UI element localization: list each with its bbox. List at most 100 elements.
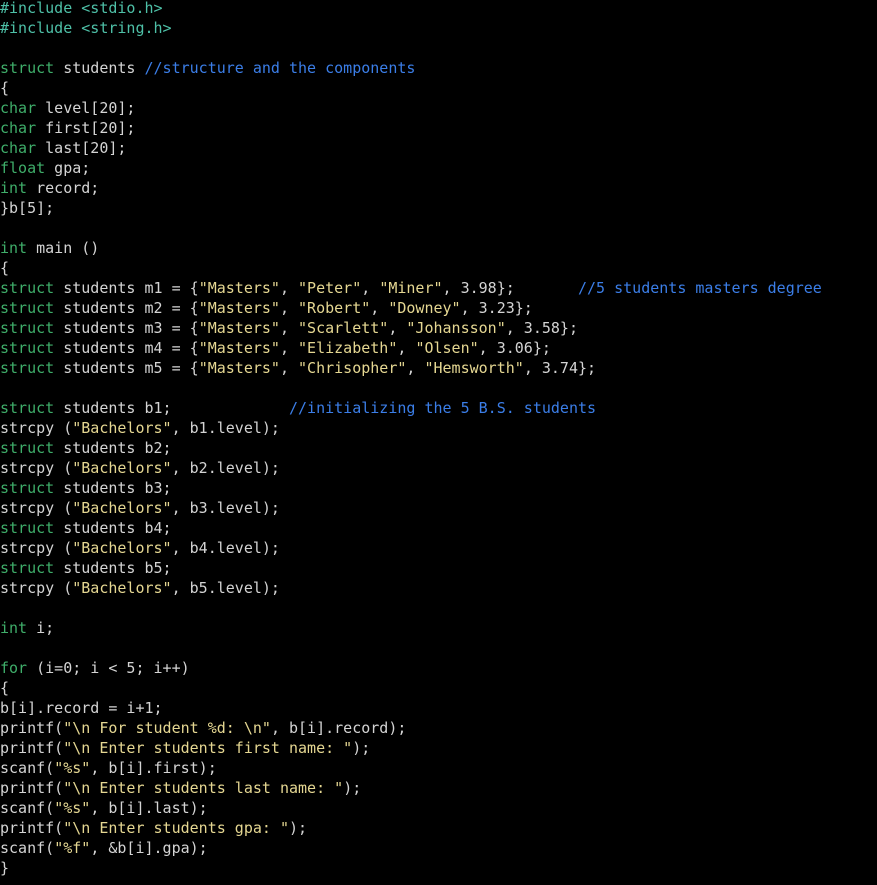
code-token: "Scarlett" (298, 319, 389, 337)
code-token: struct (0, 359, 55, 377)
code-token: "Elizabeth" (298, 339, 398, 357)
code-token: "Johansson" (406, 319, 506, 337)
code-line: char level[20]; (0, 98, 135, 118)
code-token: int (0, 619, 28, 637)
code-token: last[20]; (36, 139, 127, 157)
code-token: char (0, 99, 37, 117)
code-line: printf("\n Enter students first name: ")… (0, 738, 370, 758)
code-token: "Robert" (298, 299, 371, 317)
code-token: strcpy ( (0, 499, 73, 517)
code-token: students (54, 59, 145, 77)
code-line: strcpy ("Bachelors", b2.level); (0, 458, 280, 478)
code-token: students b1; (54, 399, 289, 417)
code-token: students m1 = { (54, 279, 199, 297)
code-token: #include <stdio.h> (0, 0, 163, 17)
code-token: "Chrisopher" (298, 359, 407, 377)
code-token: "%s" (54, 759, 91, 777)
code-line: { (0, 258, 9, 278)
code-token: , b4.level); (171, 539, 280, 557)
code-token: , (279, 279, 299, 297)
code-line: char first[20]; (0, 118, 135, 138)
code-token: printf( (0, 819, 64, 837)
code-token: struct (0, 439, 55, 457)
code-token: students m3 = { (54, 319, 199, 337)
code-token: printf( (0, 739, 64, 757)
code-token: strcpy ( (0, 459, 73, 477)
code-token: , b[i].last); (90, 799, 208, 817)
code-token: char (0, 139, 37, 157)
code-token: students m4 = { (54, 339, 199, 357)
code-token: struct (0, 299, 55, 317)
code-token: struct (0, 319, 55, 337)
code-line: struct students b3; (0, 478, 172, 498)
code-token: strcpy ( (0, 579, 73, 597)
code-line: strcpy ("Bachelors", b1.level); (0, 418, 280, 438)
code-token: printf( (0, 779, 64, 797)
code-token: "Miner" (379, 279, 443, 297)
code-token: int (0, 179, 28, 197)
code-token: , 3.98}; (442, 279, 578, 297)
code-token: "\n Enter students gpa: " (63, 819, 289, 837)
code-line: float gpa; (0, 158, 90, 178)
code-line: } (0, 858, 9, 878)
code-token: , (279, 359, 299, 377)
code-line: { (0, 678, 9, 698)
code-token: #include <string.h> (0, 19, 172, 37)
code-token: , b3.level); (171, 499, 280, 517)
code-line: struct students b1; //initializing the 5… (0, 398, 596, 418)
code-line: printf("\n For student %d: \n", b[i].rec… (0, 718, 406, 738)
code-token: "\n Enter students first name: " (63, 739, 353, 757)
code-line: scanf("%f", &b[i].gpa); (0, 838, 208, 858)
code-token: main () (27, 239, 100, 257)
code-token: , (370, 299, 389, 317)
code-token: scanf( (0, 759, 55, 777)
code-line: printf("\n Enter students last name: "); (0, 778, 361, 798)
code-token: "Olsen" (415, 339, 479, 357)
code-line: struct students b4; (0, 518, 172, 538)
code-token: char (0, 119, 37, 137)
code-line: struct students m5 = {"Masters", "Chriso… (0, 358, 596, 378)
code-line: scanf("%s", b[i].first); (0, 758, 217, 778)
code-token: //initializing the 5 B.S. students (289, 399, 597, 417)
code-token: strcpy ( (0, 539, 73, 557)
code-line: { (0, 78, 9, 98)
code-token: students b5; (54, 559, 172, 577)
code-line: #include <string.h> (0, 18, 172, 38)
code-token: , (406, 359, 425, 377)
code-token: "Masters" (198, 299, 280, 317)
code-token: }b[5]; (0, 199, 55, 217)
code-line: int i; (0, 618, 54, 638)
code-line: scanf("%s", b[i].last); (0, 798, 208, 818)
code-editor[interactable]: #include <stdio.h> #include <string.h> str… (0, 0, 877, 885)
code-token: "%f" (54, 839, 91, 857)
code-token: , b[i].first); (90, 759, 217, 777)
code-token: , 3.74}; (523, 359, 597, 377)
code-token: , (397, 339, 416, 357)
code-token: float (0, 159, 46, 177)
code-token: strcpy ( (0, 419, 73, 437)
code-token: , b[i].record); (270, 719, 407, 737)
code-line: struct students b2; (0, 438, 172, 458)
code-token: ); (343, 779, 362, 797)
code-line: struct students b5; (0, 558, 172, 578)
code-token: "Bachelors" (72, 579, 172, 597)
code-token: struct (0, 479, 55, 497)
code-token: "Masters" (198, 339, 280, 357)
code-token: , b5.level); (171, 579, 280, 597)
code-token: "Bachelors" (72, 539, 172, 557)
code-token: students b4; (54, 519, 172, 537)
code-token: struct (0, 59, 55, 77)
code-line: #include <stdio.h> (0, 0, 163, 18)
code-token: , b1.level); (171, 419, 280, 437)
code-token: , b2.level); (171, 459, 280, 477)
code-token: , (279, 339, 299, 357)
code-token: "%s" (54, 799, 91, 817)
code-token: (i=0; i < 5; i++) (27, 659, 190, 677)
code-line: struct students m2 = {"Masters", "Robert… (0, 298, 533, 318)
code-token: struct (0, 559, 55, 577)
code-token: , 3.23}; (460, 299, 533, 317)
code-token: students b2; (54, 439, 172, 457)
code-token: struct (0, 339, 55, 357)
code-line: strcpy ("Bachelors", b3.level); (0, 498, 280, 518)
code-token: "Bachelors" (72, 419, 172, 437)
